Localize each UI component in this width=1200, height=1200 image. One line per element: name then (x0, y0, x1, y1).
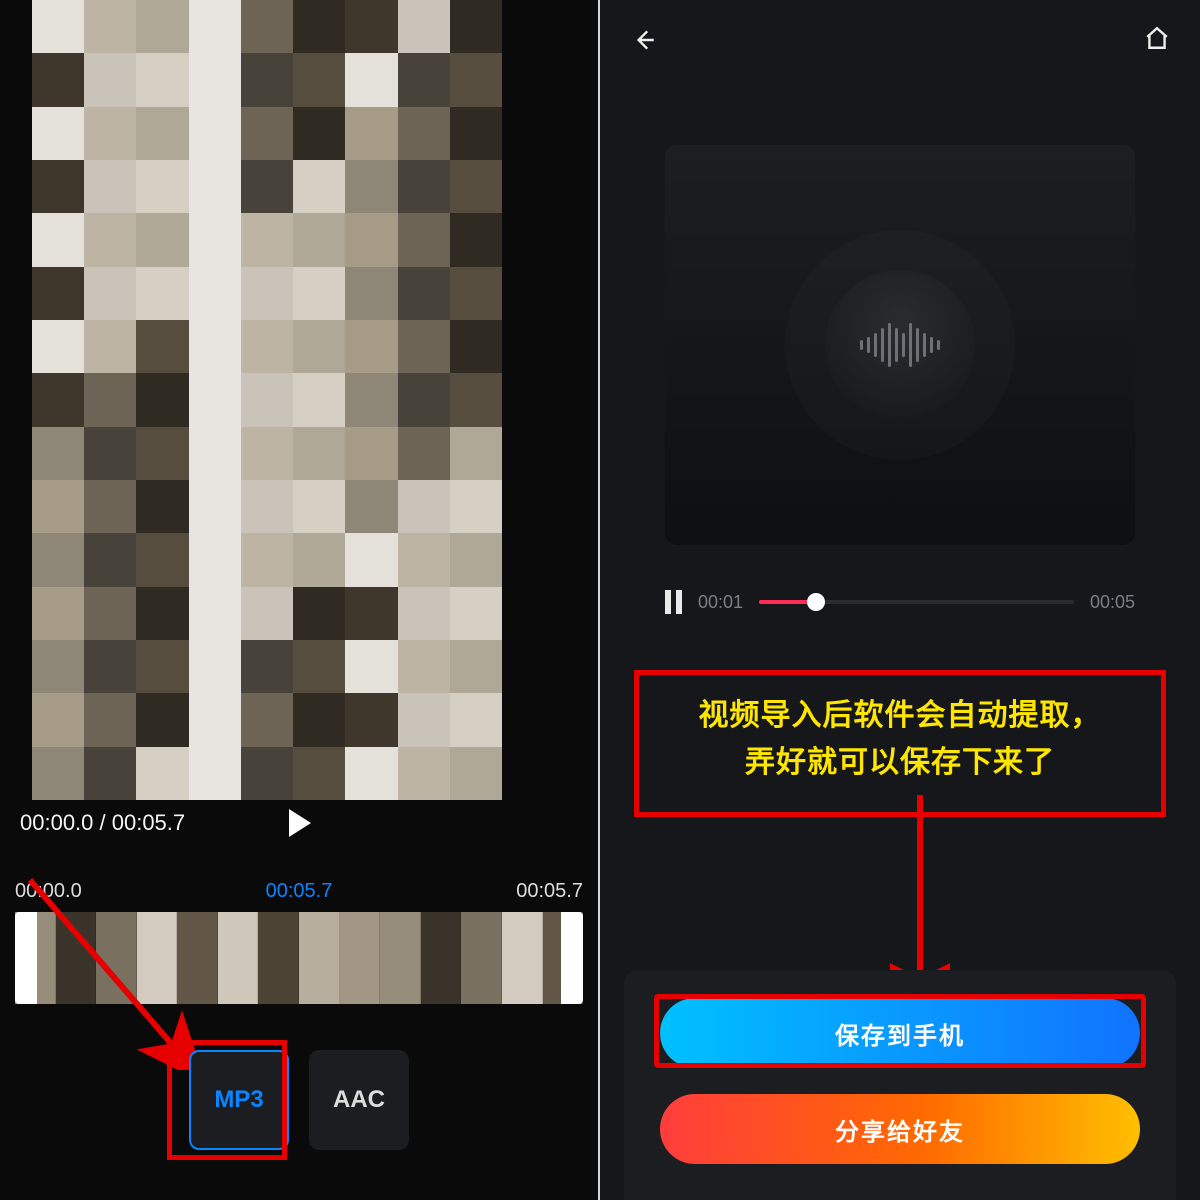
timeline-current-label: 00:05.7 (266, 880, 333, 903)
home-button[interactable] (1144, 25, 1170, 56)
annotation-box: 视频导入后软件会自动提取， 弄好就可以保存下来了 (634, 670, 1166, 817)
save-button-label: 保存到手机 (835, 1016, 965, 1051)
play-icon (289, 809, 311, 837)
share-button-label: 分享给好友 (835, 1112, 965, 1147)
annotation-line1: 视频导入后软件会自动提取， (647, 693, 1153, 740)
audio-player-row: 00:01 00:05 (665, 590, 1135, 614)
pause-button[interactable] (665, 590, 682, 614)
share-to-friends-button[interactable]: 分享给好友 (660, 1094, 1140, 1164)
video-time-label: 00:00.0 / 00:05.7 (20, 810, 185, 836)
format-aac-button[interactable]: AAC (309, 1050, 409, 1150)
pixelated-video-frame (32, 0, 502, 800)
timeline-labels: 00:00.0 00:05.7 00:05.7 (15, 880, 583, 903)
format-row: MP3 AAC (0, 1050, 598, 1150)
progress-track[interactable] (759, 600, 1074, 604)
home-icon (1144, 25, 1170, 51)
audio-preview-card (665, 145, 1135, 545)
player-current-time: 00:01 (698, 592, 743, 613)
format-mp3-label: MP3 (214, 1086, 263, 1114)
timeline-start-label: 00:00.0 (15, 880, 82, 903)
play-button[interactable] (289, 809, 311, 837)
format-mp3-button[interactable]: MP3 (189, 1050, 289, 1150)
action-sheet: 保存到手机 分享给好友 (624, 970, 1176, 1200)
format-aac-label: AAC (333, 1086, 385, 1114)
waveform-icon (860, 323, 940, 367)
player-total-time: 00:05 (1090, 592, 1135, 613)
timeline-handle-left[interactable] (15, 912, 37, 1004)
timeline-handle-right[interactable] (561, 912, 583, 1004)
video-controls-row: 00:00.0 / 00:05.7 (20, 810, 580, 836)
back-arrow-icon (631, 27, 657, 53)
topbar (600, 10, 1200, 70)
audio-circle (825, 270, 975, 420)
annotation-line2: 弄好就可以保存下来了 (647, 740, 1153, 787)
video-extract-screen: 00:00.0 / 00:05.7 00:00.0 00:05.7 00:05.… (0, 0, 600, 1200)
pause-bar (676, 590, 682, 614)
video-preview[interactable] (32, 0, 502, 800)
progress-knob[interactable] (807, 593, 825, 611)
audio-result-screen: 00:01 00:05 视频导入后软件会自动提取， 弄好就可以保存下来了 保存到… (600, 0, 1200, 1200)
timeline-strip[interactable] (15, 912, 583, 1004)
save-to-phone-button[interactable]: 保存到手机 (660, 998, 1140, 1068)
back-button[interactable] (630, 26, 658, 54)
timeline-end-label: 00:05.7 (516, 880, 583, 903)
pause-bar (665, 590, 671, 614)
